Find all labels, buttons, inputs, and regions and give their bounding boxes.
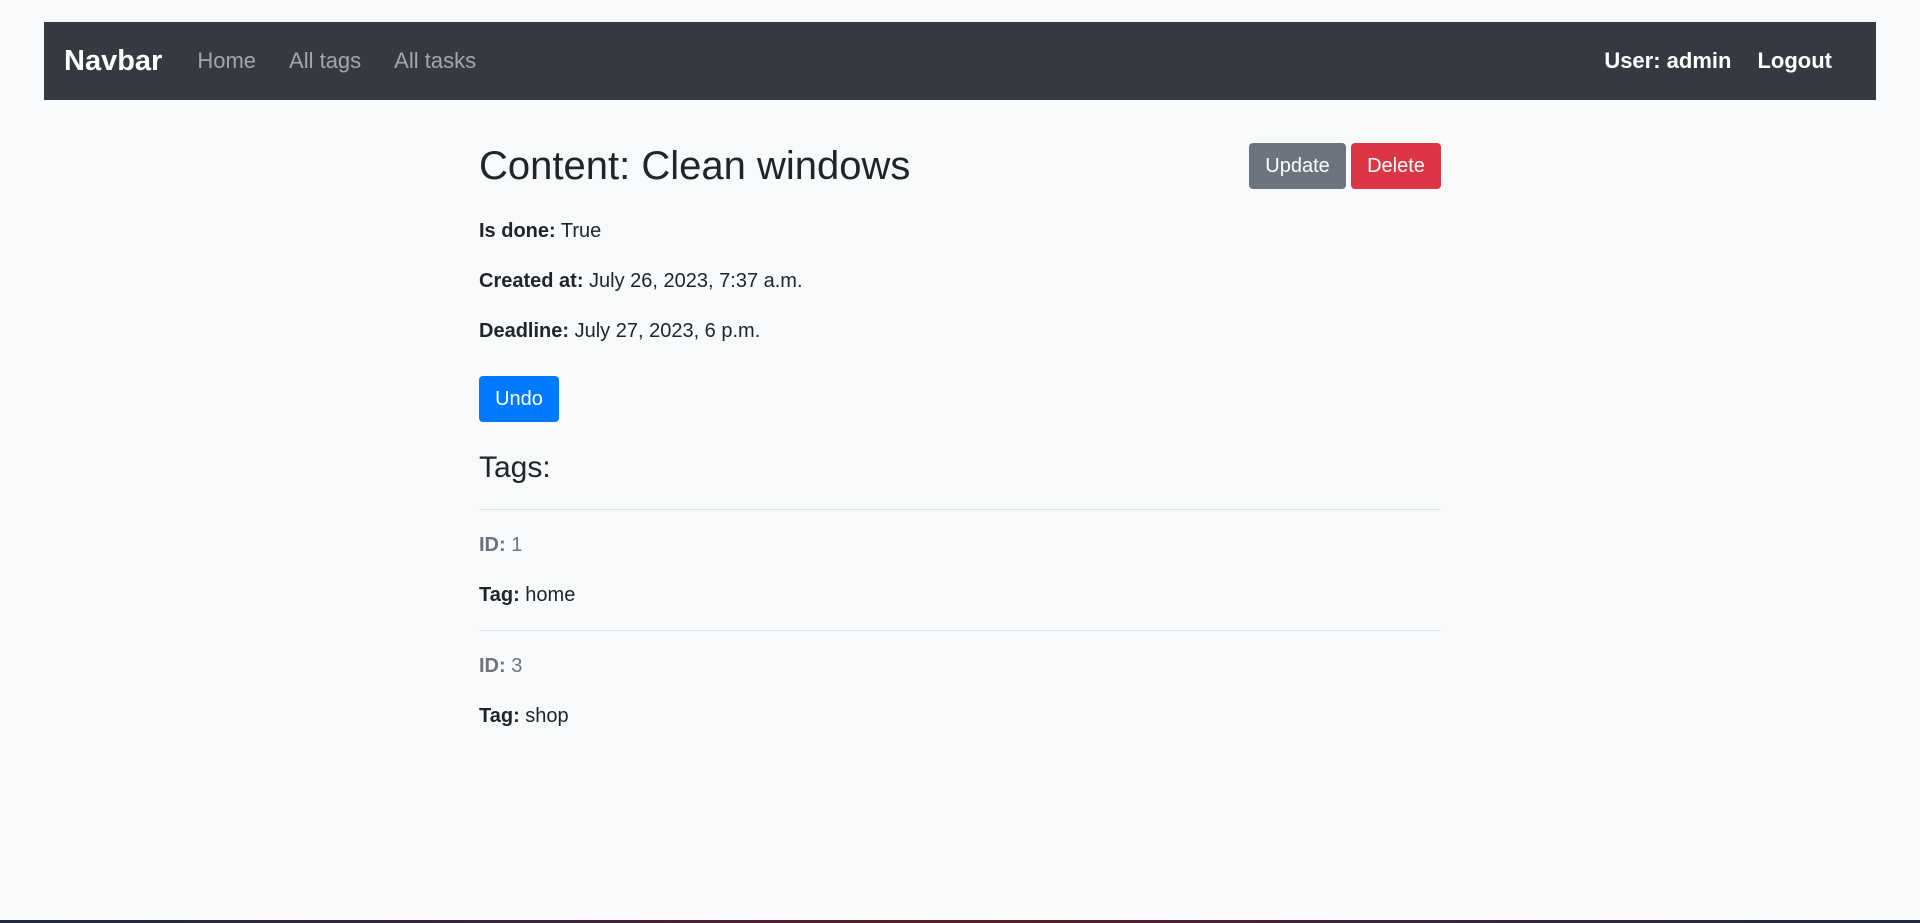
- navbar-brand[interactable]: Navbar: [64, 45, 162, 78]
- tag-divider: [479, 630, 1441, 631]
- is-done-value: True: [560, 220, 602, 242]
- deadline-value: July 27, 2023, 6 p.m.: [574, 320, 761, 342]
- tag-id-value: 1: [511, 534, 523, 556]
- is-done-field: Is done: True: [479, 219, 601, 243]
- navbar: Navbar Home All tags All tasks User: adm…: [44, 22, 1876, 100]
- deadline-field: Deadline: July 27, 2023, 6 p.m.: [479, 319, 760, 343]
- tag-name-value: shop: [525, 705, 569, 727]
- update-button[interactable]: Update: [1249, 143, 1346, 189]
- tag-name-label: Tag:: [479, 705, 520, 727]
- created-at-value: July 26, 2023, 7:37 a.m.: [589, 270, 803, 292]
- page-title: Content: Clean windows: [479, 144, 911, 188]
- created-at-field: Created at: July 26, 2023, 7:37 a.m.: [479, 269, 803, 293]
- nav-link-home[interactable]: Home: [197, 48, 256, 74]
- tag-divider: [479, 509, 1441, 510]
- nav-link-all-tasks[interactable]: All tasks: [394, 48, 476, 74]
- navbar-right: User: admin Logout: [1604, 48, 1856, 74]
- tag-name-label: Tag:: [479, 584, 520, 606]
- nav-link-all-tags[interactable]: All tags: [289, 48, 361, 74]
- tag-id-field: ID: 1: [479, 533, 522, 557]
- tag-id-value: 3: [511, 655, 523, 677]
- logout-link[interactable]: Logout: [1757, 48, 1832, 74]
- deadline-label: Deadline:: [479, 320, 570, 342]
- tag-id-label: ID:: [479, 655, 506, 677]
- tag-id-label: ID:: [479, 534, 506, 556]
- undo-button[interactable]: Undo: [479, 376, 559, 422]
- current-user-label: User: admin: [1604, 48, 1732, 73]
- is-done-label: Is done:: [479, 220, 556, 242]
- tag-name-value: home: [525, 584, 576, 606]
- tag-id-field: ID: 3: [479, 654, 522, 678]
- tag-name-field: Tag: home: [479, 583, 575, 607]
- delete-button[interactable]: Delete: [1351, 143, 1441, 189]
- tag-name-field: Tag: shop: [479, 704, 569, 728]
- created-at-label: Created at:: [479, 270, 584, 292]
- tags-heading: Tags:: [479, 451, 551, 484]
